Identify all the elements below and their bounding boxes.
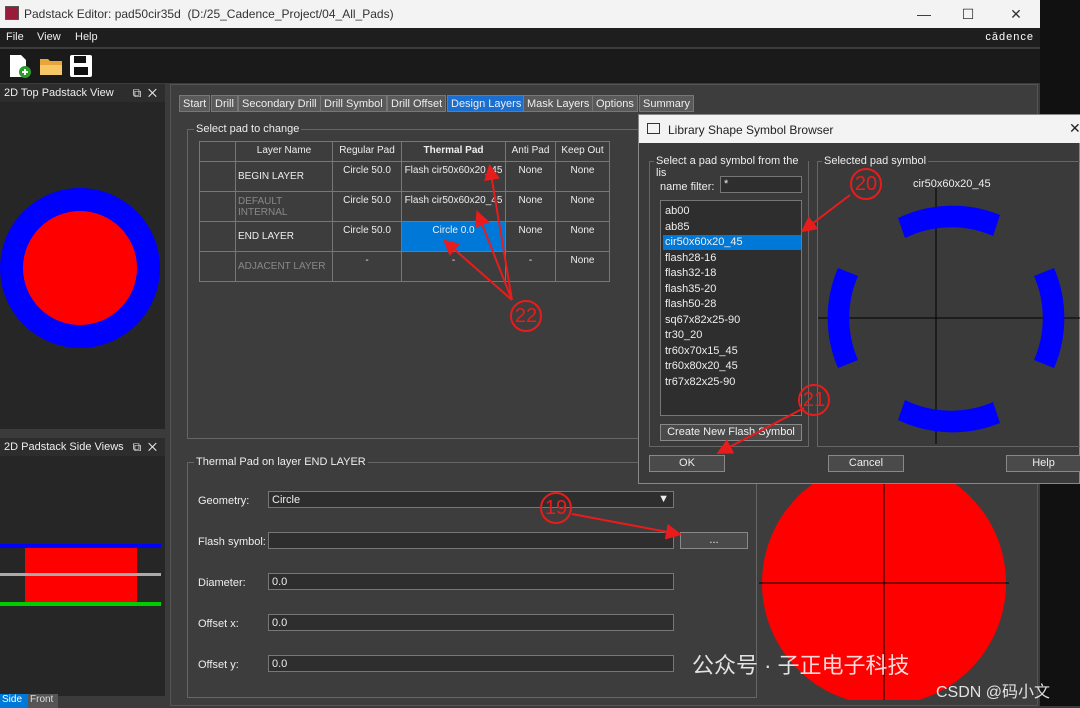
wechat-watermark: 公众号 · 子正电子科技 xyxy=(692,653,910,678)
annotation-arrows xyxy=(442,164,851,540)
csdn-watermark: CSDN @码小文 xyxy=(936,684,1051,701)
annotation-19: 19 xyxy=(540,492,572,524)
annotation-21: 21 xyxy=(798,384,830,416)
annotation-20: 20 xyxy=(850,168,882,200)
annotation-22: 22 xyxy=(510,300,542,332)
